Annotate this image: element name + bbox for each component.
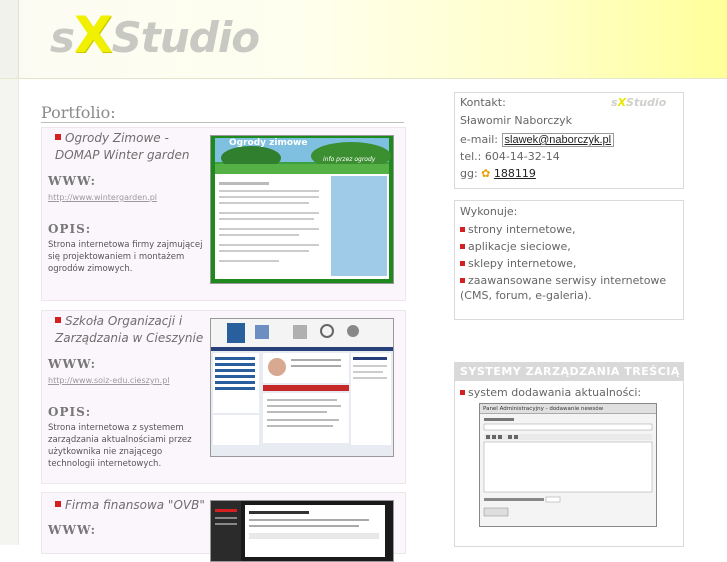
contact-email-row: e-mail: slawek@naborczyk.pl: [460, 133, 615, 147]
portfolio-item: Szkoła Organizacji i Zarządzania w Ciesz…: [41, 310, 406, 484]
www-label: WWW:: [48, 523, 97, 537]
sx-studio-logo[interactable]: sXStudio: [50, 6, 261, 64]
gg-flower-icon: ✿: [481, 167, 491, 180]
contact-gg-row: gg: ✿ 188119: [460, 167, 536, 180]
portfolio-url[interactable]: http://www.soiz-edu.cieszyn.pl: [48, 376, 170, 385]
services-box: Wykonuje: strony internetowe, aplikacje …: [454, 200, 684, 320]
bullet-icon: [460, 278, 465, 283]
bullet-icon: [55, 501, 61, 507]
gg-label: gg:: [460, 167, 478, 180]
page-header: sXStudio: [0, 0, 727, 79]
bullet-icon: [460, 390, 465, 395]
service-item: sklepy internetowe,: [460, 257, 576, 270]
www-label: WWW:: [48, 357, 97, 371]
thumbnail-tagline: info przez ogrody: [323, 156, 376, 163]
bullet-icon: [55, 317, 61, 323]
thumbnail-title: Ogrody zimowe: [229, 138, 308, 148]
logo-s: s: [50, 13, 75, 62]
portfolio-screenshot[interactable]: Ogrody zimowe info przez ogrody: [210, 135, 394, 284]
soiz-thumbnail: [211, 319, 393, 456]
email-label: e-mail:: [460, 133, 499, 146]
portfolio-divider: [41, 122, 404, 123]
portfolio-screenshot[interactable]: [210, 318, 394, 457]
ovb-thumbnail: [211, 501, 393, 561]
header-edge: [0, 0, 19, 78]
contact-heading: Kontakt:: [460, 96, 506, 109]
bullet-icon: [460, 244, 465, 249]
portfolio-item-title[interactable]: Szkoła Organizacji i Zarządzania w Ciesz…: [55, 313, 205, 347]
gg-link[interactable]: 188119: [494, 167, 536, 180]
services-extra: (CMS, forum, e-galeria).: [460, 289, 592, 302]
service-item: strony internetowe,: [460, 223, 576, 236]
portfolio-item-title[interactable]: Firma finansowa "OVB": [55, 497, 205, 514]
email-link[interactable]: slawek@naborczyk.pl: [501, 133, 615, 147]
service-item: zaawansowane serwisy internetowe: [460, 274, 666, 287]
left-edge: [0, 79, 19, 545]
cms-item: system dodawania aktualności:: [460, 386, 641, 399]
tel-value: 604-14-32-14: [484, 150, 560, 163]
portfolio-item: Ogrody Zimowe - DOMAP Winter garden WWW:…: [41, 127, 406, 301]
portfolio-item-title[interactable]: Ogrody Zimowe - DOMAP Winter garden: [55, 130, 205, 164]
cms-admin-screenshot[interactable]: Panel Administracyjny - dodawanie newsów: [479, 403, 657, 527]
contact-name: Sławomir Naborczyk: [460, 114, 573, 127]
admin-panel-body: [483, 418, 653, 517]
portfolio-url[interactable]: http://www.wintergarden.pl: [48, 193, 157, 202]
tel-label: tel.:: [460, 150, 482, 163]
bullet-icon: [460, 227, 465, 232]
logo-x: X: [74, 6, 113, 64]
portfolio-heading: Portfolio:: [41, 103, 116, 122]
cms-box: SYSTEMY ZARZĄDZANIA TREŚCIĄ system dodaw…: [454, 362, 684, 547]
opis-label: OPIS:: [48, 405, 92, 419]
www-label: WWW:: [48, 174, 97, 188]
bullet-icon: [460, 261, 465, 266]
contact-box: Kontakt: sXStudio Sławomir Naborczyk e-m…: [454, 92, 684, 189]
logo-studio: Studio: [111, 13, 261, 62]
portfolio-description: Strona internetowa firmy zajmującej się …: [48, 240, 203, 274]
bullet-icon: [55, 134, 61, 140]
service-item: aplikacje sieciowe,: [460, 240, 571, 253]
portfolio-screenshot[interactable]: [210, 500, 394, 562]
admin-panel-title: Panel Administracyjny - dodawanie newsów: [480, 404, 656, 414]
services-heading: Wykonuje:: [460, 205, 518, 218]
contact-phone-row: tel.: 604-14-32-14: [460, 150, 560, 163]
cms-heading: SYSTEMY ZARZĄDZANIA TREŚCIĄ: [455, 363, 683, 381]
mini-logo: sXStudio: [611, 96, 667, 109]
portfolio-description: Strona internetowa z systemem zarządzani…: [48, 423, 192, 469]
opis-label: OPIS:: [48, 222, 92, 236]
